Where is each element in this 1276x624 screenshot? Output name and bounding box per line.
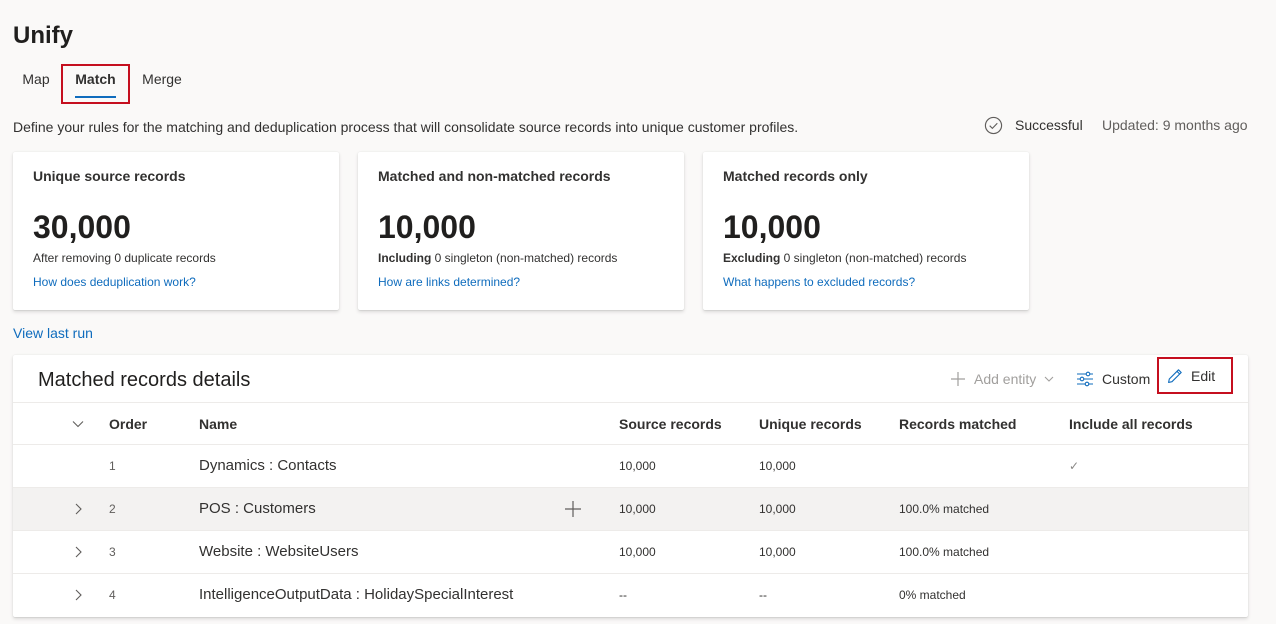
card-matched-and-non-matched: Matched and non-matched records 10,000 I… (358, 152, 684, 310)
table-header: Order Name Source records Unique records… (13, 402, 1248, 445)
tab-merge[interactable]: Merge (137, 64, 187, 104)
row-name: POS : Customers (199, 500, 316, 517)
row-source-records: -- (619, 588, 627, 602)
card-help-link[interactable]: What happens to excluded records? (723, 275, 915, 289)
row-order: 2 (109, 502, 116, 516)
table-row[interactable]: 1 Dynamics : Contacts 10,000 10,000 ✓ (13, 445, 1248, 488)
card-subtitle-bold: Including (378, 251, 432, 265)
unify-page: Unify Map Match Merge Define your rules … (0, 0, 1276, 624)
edit-button[interactable]: Edit (1157, 357, 1233, 394)
card-help-link[interactable]: How does deduplication work? (33, 275, 196, 289)
table-row[interactable]: 2 POS : Customers 10,000 10,000 100.0% m… (13, 488, 1248, 531)
card-subtitle: Including 0 singleton (non-matched) reco… (378, 251, 617, 265)
tab-match[interactable]: Match (61, 64, 130, 104)
status-indicator: Successful (984, 115, 1083, 135)
tab-map[interactable]: Map (13, 64, 59, 104)
chevron-right-icon (75, 546, 82, 558)
chevron-down-icon (1044, 376, 1054, 382)
row-source-records: 10,000 (619, 502, 656, 516)
matched-records-table: Order Name Source records Unique records… (13, 402, 1248, 617)
row-unique-records: 10,000 (759, 502, 796, 516)
table-row[interactable]: 4 IntelligenceOutputData : HolidaySpecia… (13, 574, 1248, 617)
page-title: Unify (13, 22, 73, 49)
card-title: Unique source records (33, 168, 186, 184)
view-last-run-link[interactable]: View last run (13, 325, 93, 341)
check-circle-icon (984, 116, 1003, 134)
plus-icon (951, 372, 965, 386)
expand-row-toggle[interactable] (71, 531, 91, 573)
custom-label: Custom (1102, 371, 1151, 387)
column-header-unique-records[interactable]: Unique records (759, 403, 862, 445)
card-subtitle-rest: After removing 0 duplicate records (33, 251, 216, 265)
card-subtitle: Excluding 0 singleton (non-matched) reco… (723, 251, 966, 265)
collapse-all-toggle[interactable] (71, 403, 91, 445)
card-unique-source-records: Unique source records 30,000 After remov… (13, 152, 339, 310)
row-name: IntelligenceOutputData : HolidaySpecialI… (199, 586, 514, 603)
chevron-right-icon (75, 589, 82, 601)
pencil-icon (1168, 368, 1182, 383)
panel-title: Matched records details (38, 369, 251, 391)
column-header-source-records[interactable]: Source records (619, 403, 722, 445)
chevron-right-icon (75, 503, 82, 515)
row-name: Website : WebsiteUsers (199, 543, 359, 560)
card-value: 10,000 (378, 209, 476, 245)
row-source-records: 10,000 (619, 545, 656, 559)
row-unique-records: -- (759, 588, 767, 602)
column-header-include-all-records[interactable]: Include all records (1069, 403, 1193, 445)
card-title: Matched and non-matched records (378, 168, 611, 184)
table-row[interactable]: 3 Website : WebsiteUsers 10,000 10,000 1… (13, 531, 1248, 574)
card-subtitle-rest: 0 singleton (non-matched) records (780, 251, 967, 265)
card-subtitle-bold: Excluding (723, 251, 781, 265)
row-order: 4 (109, 588, 116, 602)
card-value: 30,000 (33, 209, 131, 245)
row-name: Dynamics : Contacts (199, 457, 337, 474)
plus-icon (565, 501, 581, 517)
column-header-order[interactable]: Order (109, 403, 147, 445)
sliders-icon (1077, 371, 1093, 387)
expand-row-toggle[interactable] (71, 488, 91, 530)
page-description: Define your rules for the matching and d… (13, 119, 799, 135)
tab-match-label: Match (75, 71, 116, 87)
column-header-records-matched[interactable]: Records matched (899, 403, 1016, 445)
card-help-link[interactable]: How are links determined? (378, 275, 520, 289)
card-subtitle-rest: 0 singleton (non-matched) records (431, 251, 618, 265)
row-source-records: 10,000 (619, 459, 656, 473)
add-rule-button[interactable] (564, 488, 582, 530)
updated-timestamp: Updated: 9 months ago (1102, 117, 1248, 133)
row-order: 3 (109, 545, 116, 559)
custom-button[interactable]: Custom (1076, 368, 1150, 390)
row-records-matched: 0% matched (899, 588, 966, 602)
card-matched-records-only: Matched records only 10,000 Excluding 0 … (703, 152, 1029, 310)
row-records-matched: 100.0% matched (899, 502, 990, 516)
chevron-down-icon (72, 421, 84, 428)
row-unique-records: 10,000 (759, 545, 796, 559)
card-value: 10,000 (723, 209, 821, 245)
column-header-name[interactable]: Name (199, 403, 237, 445)
row-order: 1 (109, 459, 116, 473)
add-entity-label: Add entity (974, 371, 1037, 387)
edit-label: Edit (1191, 367, 1216, 384)
status-label: Successful (1015, 117, 1083, 133)
tab-selected-indicator (75, 96, 116, 98)
matched-records-details-panel: Matched records details Add entity Custo… (13, 355, 1248, 617)
row-unique-records: 10,000 (759, 459, 796, 473)
add-entity-button[interactable]: Add entity (950, 368, 1055, 390)
card-title: Matched records only (723, 168, 868, 184)
expand-row-toggle[interactable] (71, 574, 91, 616)
checkmark-icon: ✓ (1069, 459, 1080, 473)
card-subtitle: After removing 0 duplicate records (33, 251, 216, 265)
row-records-matched: 100.0% matched (899, 545, 990, 559)
